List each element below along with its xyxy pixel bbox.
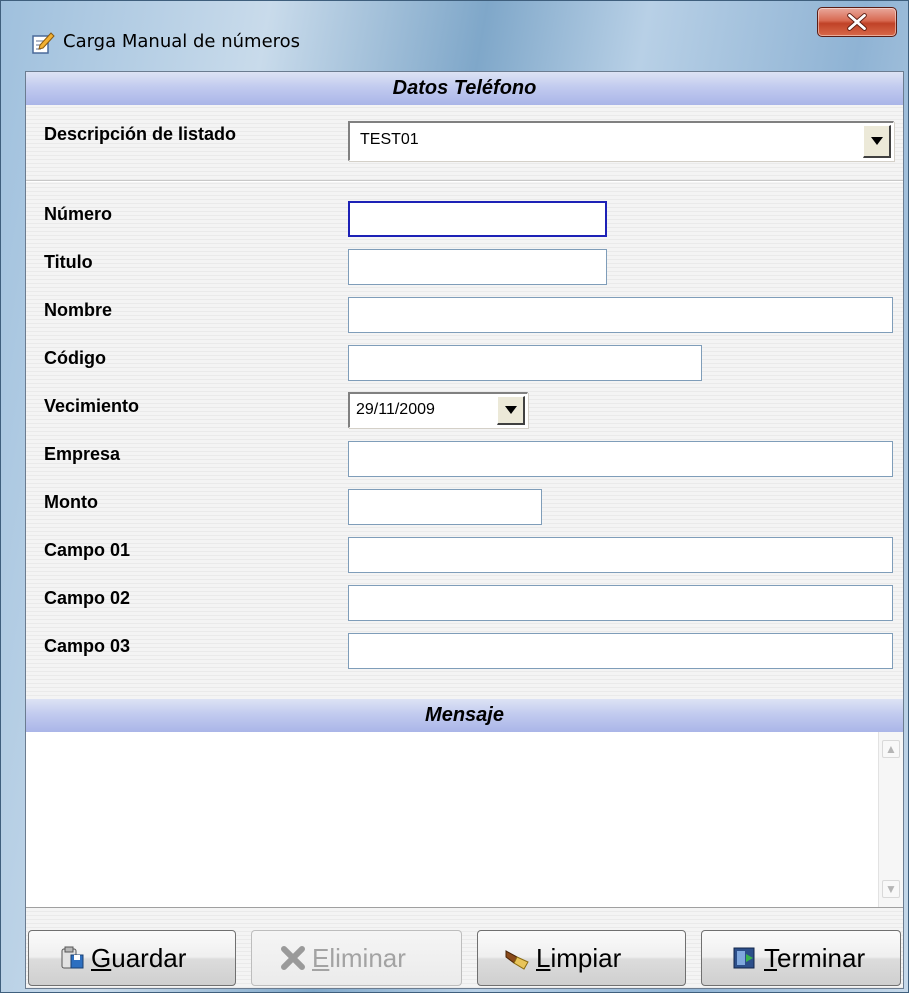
broom-icon [504, 945, 530, 971]
close-button[interactable] [817, 7, 897, 37]
campo02-label: Campo 02 [44, 588, 131, 608]
eliminar-button[interactable]: Eliminar [251, 930, 462, 986]
section-header-datos: Datos Teléfono [26, 72, 903, 105]
form-edit-icon [31, 31, 55, 55]
section-divider [26, 180, 903, 182]
monto-input[interactable] [348, 489, 542, 525]
campo01-label: Campo 01 [44, 540, 131, 560]
nombre-label: Nombre [44, 300, 113, 320]
eliminar-label: liminar [329, 943, 406, 973]
vencimiento-date-picker[interactable]: 29/11/2009 [348, 392, 528, 428]
guardar-accel: G [91, 943, 112, 973]
save-icon [59, 945, 85, 971]
button-bar: Guardar Eliminar Limpiar Terminar [26, 930, 903, 986]
terminar-button[interactable]: Terminar [701, 930, 901, 986]
vencimiento-dropdown-button[interactable] [497, 396, 525, 425]
title-bar: Carga Manual de números [1, 1, 908, 55]
codigo-input[interactable] [348, 345, 702, 381]
message-scrollbar[interactable]: ▲ ▼ [878, 732, 903, 907]
numero-input[interactable] [348, 201, 607, 237]
scroll-up-icon[interactable]: ▲ [882, 740, 900, 758]
dropdown-arrow-icon [505, 406, 517, 414]
campo03-input[interactable] [348, 633, 893, 669]
eliminar-accel: E [312, 943, 330, 973]
titulo-label: Titulo [44, 252, 93, 272]
vencimiento-label: Vecimiento [44, 396, 140, 416]
titulo-input[interactable] [348, 249, 607, 285]
exit-icon [732, 945, 758, 971]
limpiar-button[interactable]: Limpiar [477, 930, 686, 986]
window-title: Carga Manual de números [63, 31, 301, 52]
terminar-label: erminar [777, 943, 866, 973]
codigo-label: Código [44, 348, 106, 368]
listado-label: Descripción de listado [44, 124, 237, 144]
listado-dropdown[interactable]: TEST01 [348, 121, 894, 161]
delete-x-icon [280, 945, 306, 971]
close-icon [847, 13, 867, 31]
vencimiento-value: 29/11/2009 [356, 401, 435, 418]
campo02-input[interactable] [348, 585, 893, 621]
monto-label: Monto [44, 492, 98, 512]
empresa-label: Empresa [44, 444, 121, 464]
dialog-window: Carga Manual de números Datos Teléfono D… [0, 0, 909, 993]
listado-dropdown-button[interactable] [863, 125, 891, 158]
nombre-input[interactable] [348, 297, 893, 333]
empresa-input[interactable] [348, 441, 893, 477]
message-textarea[interactable]: ▲ ▼ [26, 732, 903, 908]
limpiar-label: impiar [550, 943, 622, 973]
guardar-label: uardar [111, 943, 187, 973]
dropdown-arrow-icon [871, 137, 883, 145]
campo03-label: Campo 03 [44, 636, 131, 656]
limpiar-accel: L [536, 943, 551, 973]
listado-value: TEST01 [360, 131, 419, 148]
terminar-accel: T [764, 943, 777, 973]
scroll-down-icon[interactable]: ▼ [882, 880, 900, 898]
dialog-client-area: Datos Teléfono Descripción de listado TE… [25, 71, 904, 989]
section-header-mensaje: Mensaje [26, 699, 903, 732]
campo01-input[interactable] [348, 537, 893, 573]
guardar-button[interactable]: Guardar [28, 930, 236, 986]
numero-label: Número [44, 204, 113, 224]
